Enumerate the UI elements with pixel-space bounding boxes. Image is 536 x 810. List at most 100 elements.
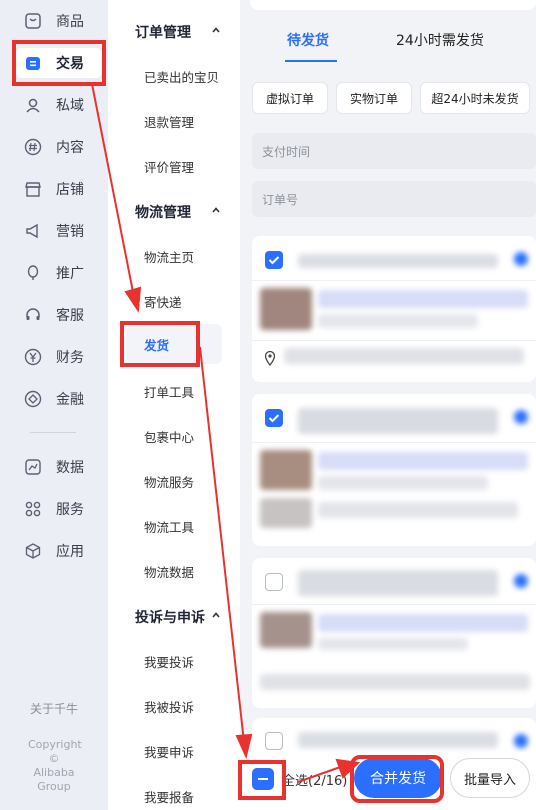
nav-item-label: 推广 — [56, 266, 84, 282]
sub-item-report[interactable]: 我要报备 — [144, 787, 194, 806]
primary-nav: 商品 交易 私域 内容 店铺 营销 推广 客服 财务 金融 数据 服务 应用 关… — [0, 0, 108, 810]
blurred-product-title — [318, 290, 528, 308]
location-pin-icon — [264, 350, 276, 366]
chevron-up-icon[interactable] — [211, 610, 221, 620]
headset-icon — [24, 306, 42, 324]
sub-item-logistics-home[interactable]: 物流主页 — [144, 247, 194, 266]
blurred-badge — [514, 252, 528, 266]
select-all-label[interactable]: 全选(2/16) — [282, 770, 347, 789]
tab-ship-within-24h[interactable]: 24小时需发货 — [396, 30, 484, 50]
nav-item-label: 金融 — [56, 392, 84, 408]
nav-item-label: 商品 — [56, 14, 84, 30]
nav-item-label: 应用 — [56, 544, 84, 560]
cube-icon — [24, 542, 42, 560]
blurred-badge — [514, 734, 528, 748]
nav-item-banking[interactable]: 金融 — [16, 384, 102, 414]
balloon-icon — [24, 264, 42, 282]
card-divider — [252, 340, 536, 341]
order-checkbox[interactable] — [265, 251, 283, 269]
blurred-product-image — [260, 288, 312, 330]
blurred-badge — [514, 574, 528, 588]
batch-import-button[interactable]: 批量导入 — [450, 758, 530, 798]
nav-item-finance[interactable]: 财务 — [16, 342, 102, 372]
nav-item-product[interactable]: 商品 — [16, 6, 102, 36]
blurred-product-image — [260, 450, 312, 490]
nav-item-marketing[interactable]: 营销 — [16, 216, 102, 246]
order-checkbox[interactable] — [265, 732, 283, 750]
nav-item-customer-service[interactable]: 客服 — [16, 300, 102, 330]
highlight-box-ship — [120, 321, 200, 367]
nav-item-label: 营销 — [56, 224, 84, 240]
sub-item-logistics-service[interactable]: 物流服务 — [144, 472, 194, 491]
blurred-address — [260, 674, 530, 690]
nav-item-store[interactable]: 店铺 — [16, 174, 102, 204]
blurred-order-info — [298, 732, 498, 748]
card-divider — [252, 442, 536, 443]
diamond-icon — [24, 390, 42, 408]
blurred-product-spec — [318, 502, 518, 518]
nav-item-private[interactable]: 私域 — [16, 90, 102, 120]
order-checkbox[interactable] — [265, 409, 283, 427]
copyright-line: © Alibaba — [33, 752, 75, 779]
nav-item-content[interactable]: 内容 — [16, 132, 102, 162]
highlight-box-select-all — [238, 760, 286, 800]
highlight-box-trade — [12, 40, 106, 86]
order-number-field[interactable]: 订单号 — [252, 181, 536, 217]
sub-item-file-complaint[interactable]: 我要投诉 — [144, 652, 194, 671]
nav-item-data[interactable]: 数据 — [16, 452, 102, 482]
blurred-order-info — [298, 408, 498, 434]
sub-item-parcel-center[interactable]: 包裹中心 — [144, 427, 194, 446]
sub-item-logistics-data[interactable]: 物流数据 — [144, 562, 194, 581]
chevron-up-icon[interactable] — [211, 25, 221, 35]
tab-pending-shipment[interactable]: 待发货 — [287, 30, 329, 50]
card-divider — [252, 604, 536, 605]
sub-item-refunds[interactable]: 退款管理 — [144, 112, 194, 131]
megaphone-icon — [24, 222, 42, 240]
store-icon — [24, 180, 42, 198]
grid-icon — [24, 500, 42, 518]
sub-item-logistics-tools[interactable]: 物流工具 — [144, 517, 194, 536]
people-icon — [24, 96, 42, 114]
blurred-order-info — [298, 254, 498, 268]
order-checkbox[interactable] — [265, 573, 283, 591]
nav-item-label: 财务 — [56, 350, 84, 366]
filter-chip-physical[interactable]: 实物订单 — [336, 82, 412, 114]
chart-icon — [24, 458, 42, 476]
hashtag-icon — [24, 138, 42, 156]
order-card[interactable] — [252, 558, 536, 708]
sub-item-sold-items[interactable]: 已卖出的宝贝 — [144, 67, 219, 86]
filter-chip-over-24h[interactable]: 超24小时未发货 — [420, 82, 530, 114]
section-title-order-management[interactable]: 订单管理 — [135, 22, 191, 42]
filter-chip-virtual[interactable]: 虚拟订单 — [252, 82, 328, 114]
sub-item-complained[interactable]: 我被投诉 — [144, 697, 194, 716]
nav-item-services[interactable]: 服务 — [16, 494, 102, 524]
section-title-complaints[interactable]: 投诉与申诉 — [135, 607, 205, 627]
nav-item-label: 服务 — [56, 502, 84, 518]
blurred-product-image — [260, 612, 312, 648]
blurred-product-title — [318, 452, 528, 470]
order-card[interactable] — [252, 394, 536, 546]
nav-item-apps[interactable]: 应用 — [16, 536, 102, 566]
chevron-up-icon[interactable] — [211, 205, 221, 215]
blurred-product-image — [260, 498, 312, 528]
order-card[interactable] — [252, 236, 536, 382]
section-title-logistics[interactable]: 物流管理 — [135, 202, 191, 222]
blurred-order-info — [298, 570, 498, 596]
sub-item-print-tool[interactable]: 打单工具 — [144, 382, 194, 401]
tab-underline — [285, 60, 337, 62]
nav-item-label: 店铺 — [56, 182, 84, 198]
yen-icon — [24, 348, 42, 366]
nav-item-label: 私域 — [56, 98, 84, 114]
tab-bar: 待发货 24小时需发货 — [250, 18, 536, 62]
highlight-box-merge — [350, 755, 444, 803]
sub-item-appeal[interactable]: 我要申诉 — [144, 742, 194, 761]
sub-item-send-express[interactable]: 寄快递 — [144, 292, 182, 311]
sub-item-reviews[interactable]: 评价管理 — [144, 157, 194, 176]
nav-item-label: 客服 — [56, 308, 84, 324]
pay-time-field[interactable]: 支付时间 — [252, 133, 536, 169]
about-link[interactable]: 关于千牛 — [30, 700, 78, 717]
card-divider — [252, 280, 536, 281]
copyright-line: Copyright — [28, 738, 82, 751]
copyright: Copyright © Alibaba Group — [28, 738, 82, 794]
nav-item-promotion[interactable]: 推广 — [16, 258, 102, 288]
